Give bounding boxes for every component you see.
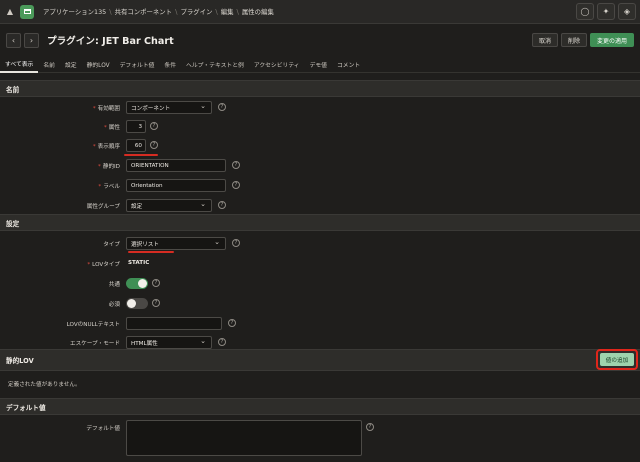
breadcrumb-item-edit-attribute: 属性の編集 xyxy=(241,8,274,16)
section-header-static-lov[interactable]: 静的LOV xyxy=(0,349,640,371)
type-select[interactable]: 選択リスト xyxy=(126,237,226,250)
type-label: タイプ xyxy=(103,242,120,248)
tab-help-text[interactable]: ヘルプ・テキストと例 xyxy=(181,56,249,73)
tab-accessibility[interactable]: アクセシビリティ xyxy=(249,56,305,73)
help-icon[interactable]: ? xyxy=(152,279,160,287)
escape-mode-label: エスケープ・モード xyxy=(69,341,120,347)
delete-button[interactable]: 削除 xyxy=(560,33,587,47)
label-input[interactable]: Orientation xyxy=(126,179,226,192)
chat-icon[interactable]: ◯ xyxy=(576,3,594,20)
title-row: ‹ › プラグイン: JET Bar Chart 取消 削除 変更の適用 xyxy=(0,24,640,56)
previous-button[interactable]: ‹ xyxy=(6,32,21,48)
section-header-name[interactable]: 名前 xyxy=(0,80,640,97)
default-value-textarea[interactable] xyxy=(126,420,362,456)
row-common: 共通 ? xyxy=(0,276,640,294)
row-scope: *有効範囲 コンポーネント ? xyxy=(0,100,640,118)
help-icon[interactable]: ? xyxy=(152,299,160,307)
attribute-group-select[interactable]: 設定 xyxy=(126,199,212,212)
scope-label: * 有効範囲 xyxy=(92,106,120,112)
tab-condition[interactable]: 条件 xyxy=(159,56,181,73)
required-toggle[interactable] xyxy=(126,298,148,309)
row-null-text: LOVのNULLテキスト ? xyxy=(0,316,640,334)
display-sequence-label: * 表示順序 xyxy=(92,144,120,150)
row-display-sequence: * 表示順序 60 ? xyxy=(0,138,640,156)
escape-mode-select[interactable]: HTML属性 xyxy=(126,336,212,349)
null-text-input[interactable] xyxy=(126,317,222,330)
cancel-button[interactable]: 取消 xyxy=(531,33,558,47)
page: ▲ アプリケーション135 \ 共有コンポーネント \ プラグイン \ 編集 \… xyxy=(0,0,640,462)
display-sequence-input[interactable]: 60 xyxy=(126,139,146,152)
required-label: 必須 xyxy=(108,302,120,308)
breadcrumb-item-shared[interactable]: 共有コンポーネント xyxy=(112,7,176,16)
help-icon[interactable]: ? xyxy=(150,122,158,130)
static-id-label: * 静的ID xyxy=(98,164,120,170)
lov-type-label: * LOVタイプ xyxy=(87,262,120,268)
help-icon[interactable]: ? xyxy=(218,201,226,209)
help-icon[interactable]: ? xyxy=(218,338,226,346)
row-attribute: * 属性 3 ? xyxy=(0,119,640,137)
default-value-label: デフォルト値 xyxy=(86,426,120,432)
help-icon[interactable]: ? xyxy=(218,103,226,111)
row-required: 必須 ? xyxy=(0,296,640,314)
common-toggle[interactable] xyxy=(126,278,148,289)
common-label: 共通 xyxy=(108,282,120,288)
section-header-settings[interactable]: 設定 xyxy=(0,214,640,231)
null-text-label: LOVのNULLテキスト xyxy=(66,322,120,328)
row-static-id: * 静的ID ORIENTATION ? xyxy=(0,158,640,176)
attribute-label: * 属性 xyxy=(104,125,120,131)
tab-comments[interactable]: コメント xyxy=(332,56,365,73)
tab-settings[interactable]: 設定 xyxy=(60,56,82,73)
top-bar: ▲ アプリケーション135 \ 共有コンポーネント \ プラグイン \ 編集 \… xyxy=(0,0,640,24)
up-arrow-icon[interactable]: ▲ xyxy=(0,0,20,24)
next-button[interactable]: › xyxy=(24,32,39,48)
help-icon[interactable]: ? xyxy=(232,181,240,189)
help-icon[interactable]: ? xyxy=(232,161,240,169)
page-title: プラグイン: JET Bar Chart xyxy=(47,36,174,47)
lov-type-value: STATIC xyxy=(128,260,150,266)
breadcrumb-item-edit[interactable]: 編集 xyxy=(218,7,237,16)
tab-name[interactable]: 名前 xyxy=(38,56,60,73)
tab-default-value[interactable]: デフォルト値 xyxy=(115,56,160,73)
attribute-input[interactable]: 3 xyxy=(126,120,146,133)
row-type: タイプ 選択リスト ? xyxy=(0,236,640,254)
tab-static-lov[interactable]: 静的LOV xyxy=(82,56,115,73)
label-label: * ラベル xyxy=(98,184,120,190)
highlight-underline xyxy=(128,251,174,253)
apply-changes-button[interactable]: 変更の適用 xyxy=(589,33,634,47)
action-buttons: 取消 削除 変更の適用 xyxy=(531,33,634,47)
attribute-group-label: 属性グループ xyxy=(86,204,120,210)
chevron-right-icon: › xyxy=(29,35,34,45)
app-icon[interactable] xyxy=(20,4,34,19)
scope-select[interactable]: コンポーネント xyxy=(126,101,212,114)
tab-demo-value[interactable]: デモ値 xyxy=(305,56,332,73)
tab-bar: すべて表示 名前 設定 静的LOV デフォルト値 条件 ヘルプ・テキストと例 ア… xyxy=(0,56,640,73)
toolbar-right: ◯ ✦ ◈ xyxy=(576,3,636,20)
no-values-message: 定義された値がありません。 xyxy=(8,382,81,388)
breadcrumb-item-app[interactable]: アプリケーション135 xyxy=(40,7,109,16)
help-icon[interactable]: ? xyxy=(232,239,240,247)
help-icon[interactable]: ? xyxy=(366,423,374,431)
highlight-underline xyxy=(124,154,158,156)
row-label: * ラベル Orientation ? xyxy=(0,178,640,196)
section-header-default-value[interactable]: デフォルト値 xyxy=(0,398,640,415)
chevron-left-icon: ‹ xyxy=(11,35,16,45)
row-lov-type: * LOVタイプ STATIC xyxy=(0,256,640,274)
static-id-input[interactable]: ORIENTATION xyxy=(126,159,226,172)
tab-show-all[interactable]: すべて表示 xyxy=(0,56,39,73)
add-value-button[interactable]: 値の追加 xyxy=(600,353,634,366)
settings-icon[interactable]: ◈ xyxy=(618,3,636,20)
breadcrumb: アプリケーション135 \ 共有コンポーネント \ プラグイン \ 編集 \ 属… xyxy=(40,0,277,24)
breadcrumb-item-plugins[interactable]: プラグイン xyxy=(177,7,215,16)
help-icon[interactable]: ? xyxy=(150,141,158,149)
help-icon[interactable]: ? xyxy=(228,319,236,327)
tools-icon[interactable]: ✦ xyxy=(597,3,615,20)
